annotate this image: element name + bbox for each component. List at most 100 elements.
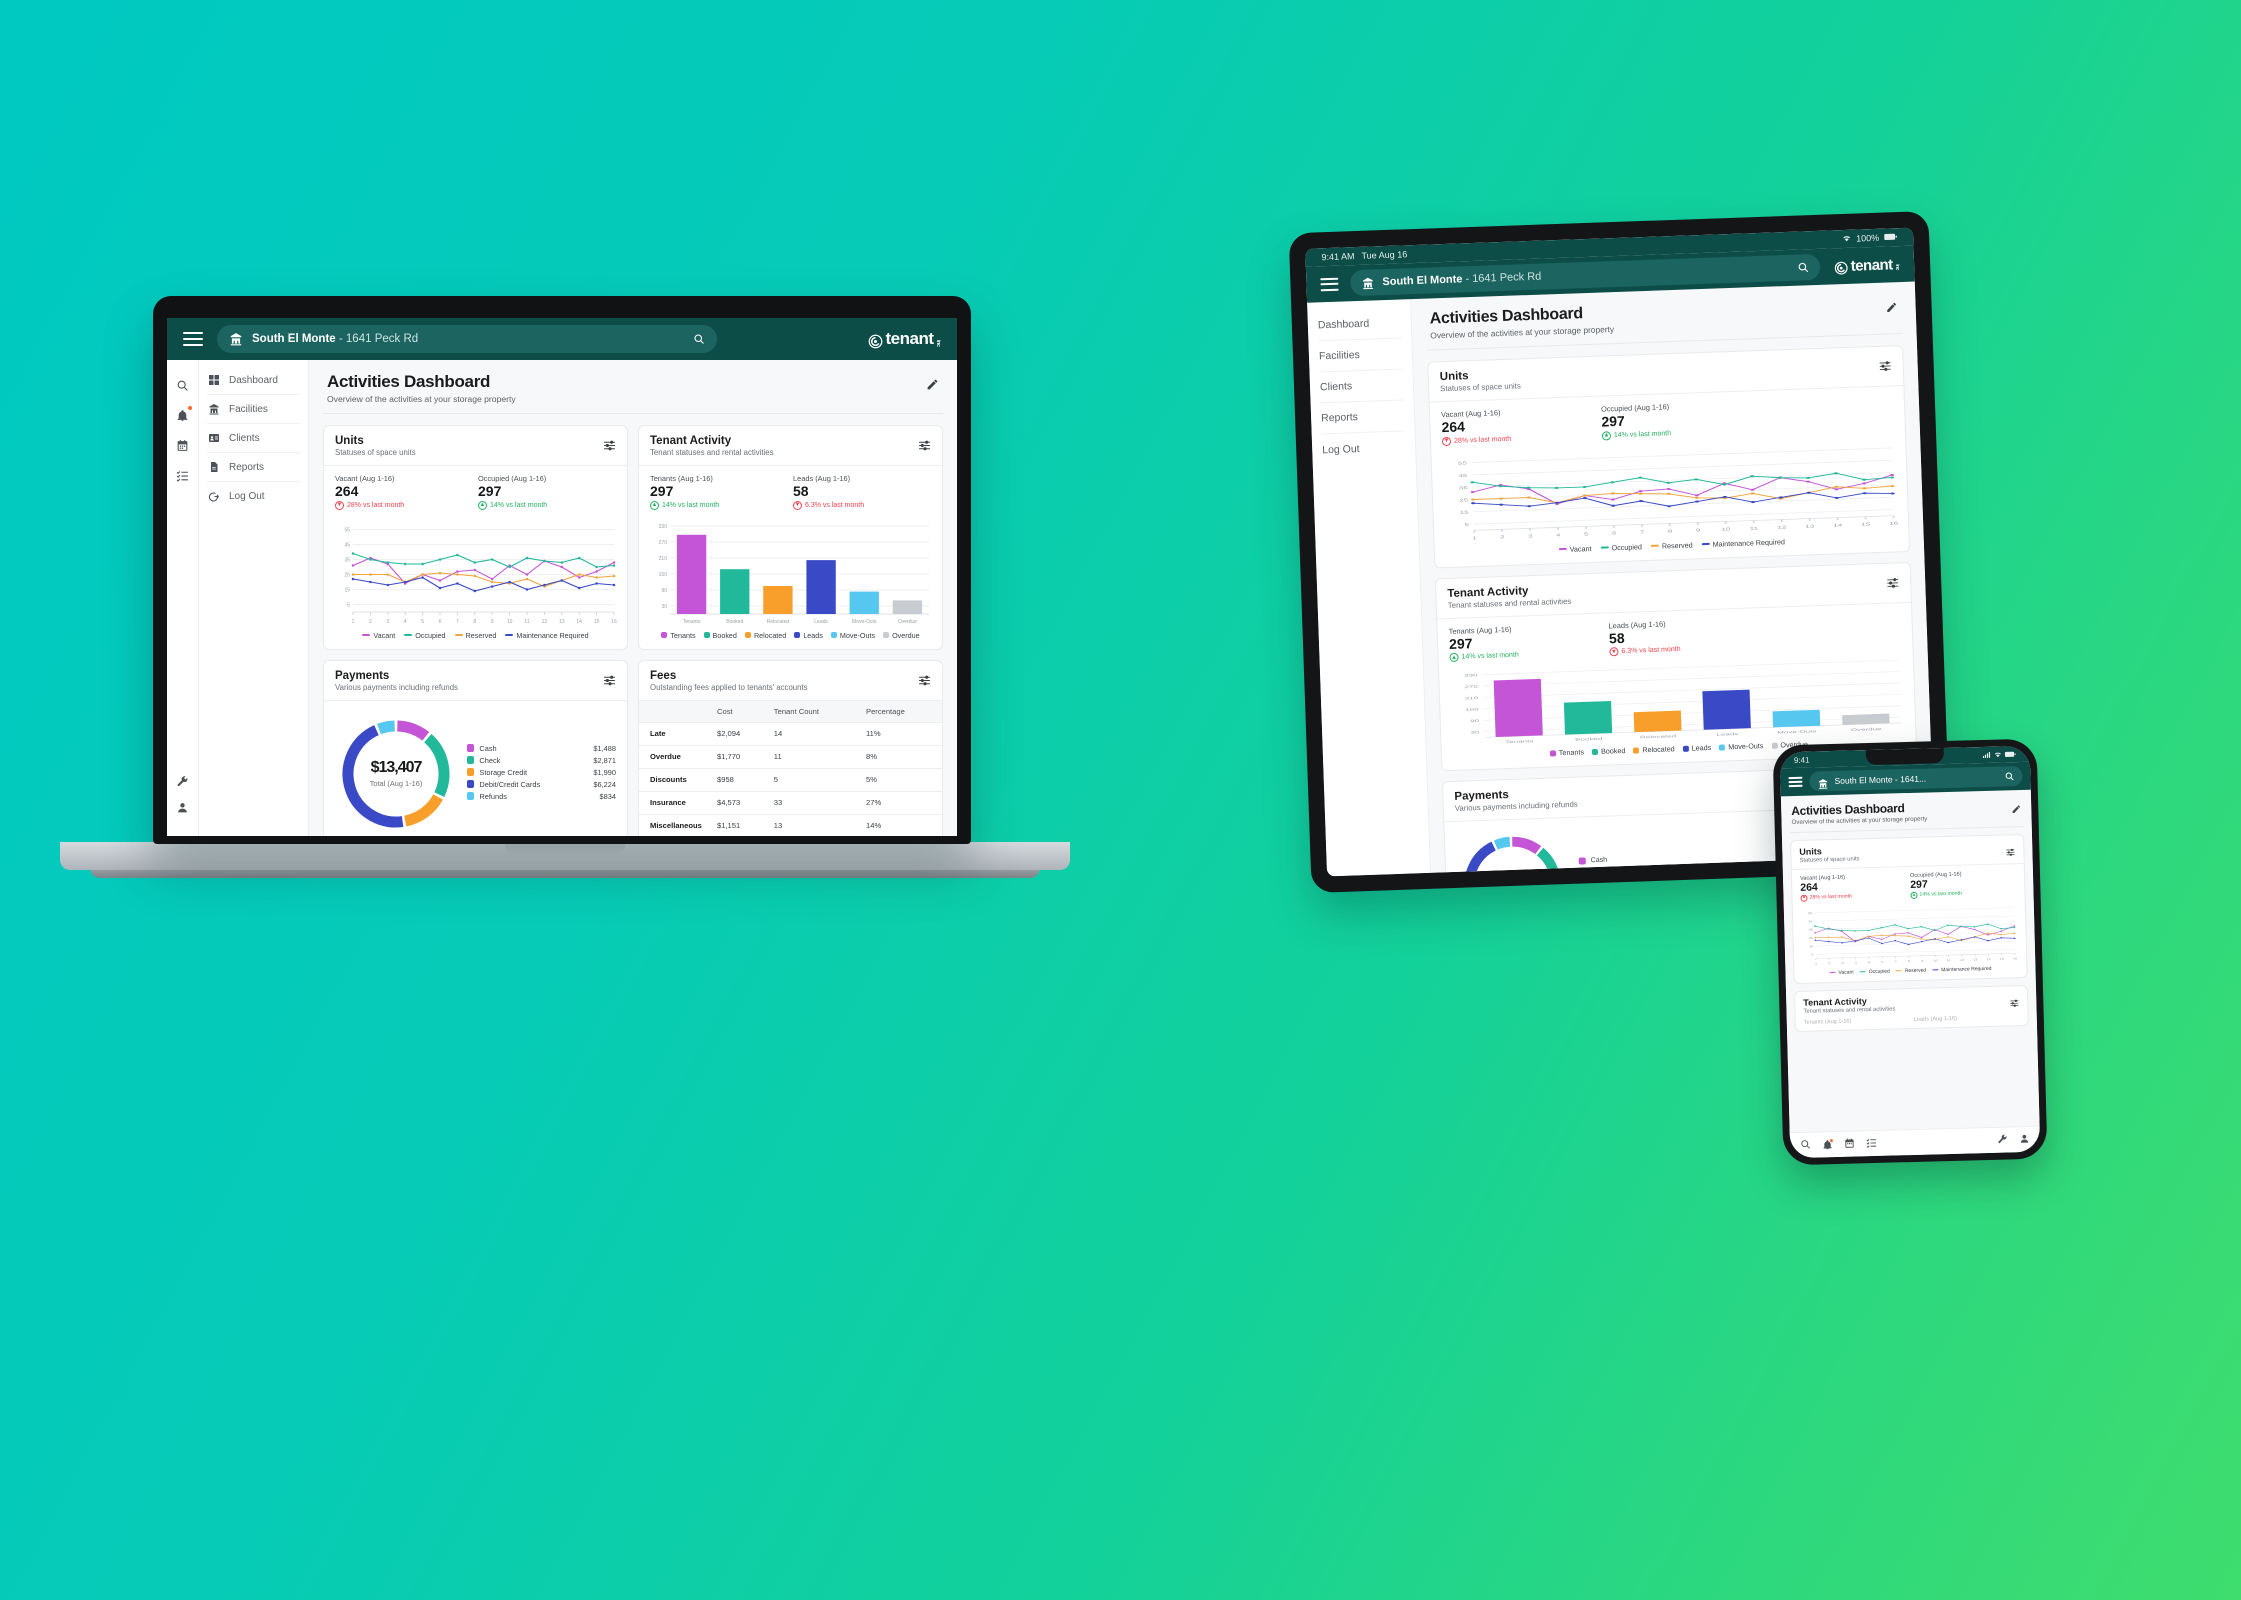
pencil-icon[interactable] [926, 378, 939, 396]
sliders-icon[interactable] [2005, 843, 2015, 861]
sidebar-item-dashboard[interactable]: Dashboard [1317, 307, 1402, 342]
svg-text:3: 3 [386, 619, 389, 625]
sliders-icon[interactable] [2009, 994, 2019, 1012]
svg-text:Move-Outs: Move-Outs [1777, 729, 1816, 734]
rail-user-icon[interactable] [167, 792, 198, 822]
rail-calendar-icon[interactable] [167, 430, 198, 460]
laptop-screen: South El Monte - 1641 Peck Rd tenant inc [167, 318, 957, 836]
legend-item: Maintenance Required [1932, 965, 1992, 973]
legend-swatch [454, 634, 463, 636]
wifi-icon [1994, 750, 2002, 759]
column-header: Percentage [860, 700, 942, 722]
sidebar-item-clients[interactable]: Clients [207, 424, 300, 453]
hamburger-icon[interactable] [1320, 277, 1339, 291]
table-row[interactable]: Discounts $958 5 5% [639, 767, 942, 791]
svg-text:4: 4 [404, 619, 407, 625]
hamburger-icon[interactable] [183, 332, 203, 346]
svg-text:11: 11 [524, 619, 529, 625]
payments-donut-chart [1464, 836, 1561, 873]
property-search-bar[interactable]: South El Monte - 1641 Peck Rd [217, 325, 717, 353]
legend-swatch [362, 634, 371, 636]
property-name-label: South El Monte - 1641 Peck Rd [1382, 270, 1542, 289]
tab-wrench-icon[interactable] [1997, 1131, 2008, 1149]
phone-notch [1865, 748, 1945, 766]
svg-text:3: 3 [1841, 961, 1843, 964]
tab-notification-bell-icon[interactable] [1822, 1138, 1834, 1150]
legend-swatch [1701, 542, 1710, 546]
svg-text:5: 5 [1465, 522, 1470, 527]
sliders-icon[interactable] [918, 438, 931, 456]
search-icon[interactable] [2004, 771, 2014, 781]
tab-search-icon[interactable] [1800, 1136, 1811, 1154]
svg-text:45: 45 [344, 542, 350, 548]
sliders-icon[interactable] [918, 673, 931, 691]
payments-legend-label: Check [479, 755, 501, 765]
svg-text:Relocated: Relocated [1640, 734, 1677, 739]
legend-label: Move-Outs [1728, 741, 1764, 752]
sidebar-item-log-out[interactable]: Log Out [207, 482, 300, 511]
svg-text:12: 12 [1960, 958, 1964, 961]
pencil-icon[interactable] [2011, 801, 2021, 819]
sidebar-item-log-out[interactable]: Log Out [1322, 431, 1406, 465]
rail-notification-bell-icon[interactable] [167, 400, 198, 430]
table-row[interactable]: Overdue $1,770 11 8% [639, 744, 942, 768]
tenant-logo: tenant inc [1833, 256, 1900, 275]
tab-checklist-icon[interactable] [1866, 1134, 1877, 1152]
storage-facility-icon [1817, 776, 1828, 789]
sidebar-item-clients[interactable]: Clients [1319, 369, 1404, 404]
svg-text:270: 270 [1464, 685, 1478, 690]
legend-item: Reserved [1895, 967, 1926, 974]
hamburger-icon[interactable] [1788, 776, 1803, 788]
fees-card: Fees Outstanding fees applied to tenants… [638, 659, 943, 836]
table-row[interactable]: Insurance $4,573 33 27% [639, 790, 942, 814]
laptop-main-content: Activities Dashboard Overview of the act… [309, 360, 957, 836]
sidebar-item-facilities[interactable]: Facilities [207, 395, 300, 424]
svg-text:Leads: Leads [814, 619, 828, 625]
tab-calendar-icon[interactable] [1844, 1135, 1855, 1153]
sliders-icon[interactable] [603, 673, 616, 691]
legend-swatch [1682, 745, 1689, 752]
legend-swatch [661, 632, 668, 638]
legend-swatch [467, 744, 475, 752]
svg-text:15: 15 [1809, 944, 1813, 947]
fee-value-cell: $958 [711, 767, 768, 791]
tenant-activity-card-subtitle: Tenant statuses and rental activities [650, 448, 774, 457]
sidebar-item-facilities[interactable]: Facilities [1318, 338, 1403, 373]
tenant-activity-chart-legend: Tenants Booked Relocated Leads Move-Outs Over… [650, 631, 931, 640]
sliders-icon[interactable] [603, 438, 616, 456]
pencil-icon[interactable] [1885, 300, 1898, 318]
document-icon [207, 461, 221, 473]
svg-text:10: 10 [507, 619, 513, 625]
svg-text:30: 30 [661, 604, 667, 610]
rail-checklist-icon[interactable] [167, 460, 198, 490]
laptop-topbar: South El Monte - 1641 Peck Rd tenant inc [167, 318, 957, 360]
svg-text:15: 15 [2000, 957, 2004, 960]
icon-rail [167, 360, 199, 836]
tab-user-icon[interactable] [2019, 1130, 2030, 1148]
legend-item: Occupied [1859, 968, 1890, 975]
sliders-icon[interactable] [1878, 358, 1892, 376]
table-row[interactable]: Late $2,094 14 11% [639, 721, 942, 745]
legend-label: Maintenance Required [1941, 965, 1992, 973]
phone-device: 9:41 South El Monte - 1641... Activities… [1772, 738, 2048, 1166]
fee-value-cell: 27% [860, 790, 942, 814]
search-icon[interactable] [693, 333, 705, 345]
logo-text: tenant [1850, 255, 1893, 275]
sliders-icon[interactable] [1886, 575, 1900, 593]
legend-label: Booked [1600, 745, 1626, 756]
property-search-bar[interactable]: South El Monte - 1641... [1809, 766, 2023, 792]
sidebar-item-reports[interactable]: Reports [1320, 400, 1405, 435]
units-chart-legend: Vacant Occupied Reserved Maintenance Requir… [335, 631, 616, 640]
table-row[interactable]: Miscellaneous $1,151 13 14% [639, 813, 942, 836]
sidebar-item-reports[interactable]: Reports [207, 453, 300, 482]
svg-text:4: 4 [1556, 533, 1561, 538]
fees-card-subtitle: Outstanding fees applied to tenants' acc… [650, 682, 808, 692]
legend-swatch [794, 632, 801, 638]
sidebar-item-dashboard[interactable]: Dashboard [207, 366, 300, 395]
svg-text:150: 150 [659, 572, 668, 578]
search-icon[interactable] [1796, 261, 1808, 273]
legend-swatch [1650, 544, 1659, 547]
units-kpi-label: Vacant (Aug 1-16) [335, 474, 395, 483]
laptop-lid: South El Monte - 1641 Peck Rd tenant inc [153, 296, 971, 844]
rail-search-icon[interactable] [167, 370, 198, 400]
